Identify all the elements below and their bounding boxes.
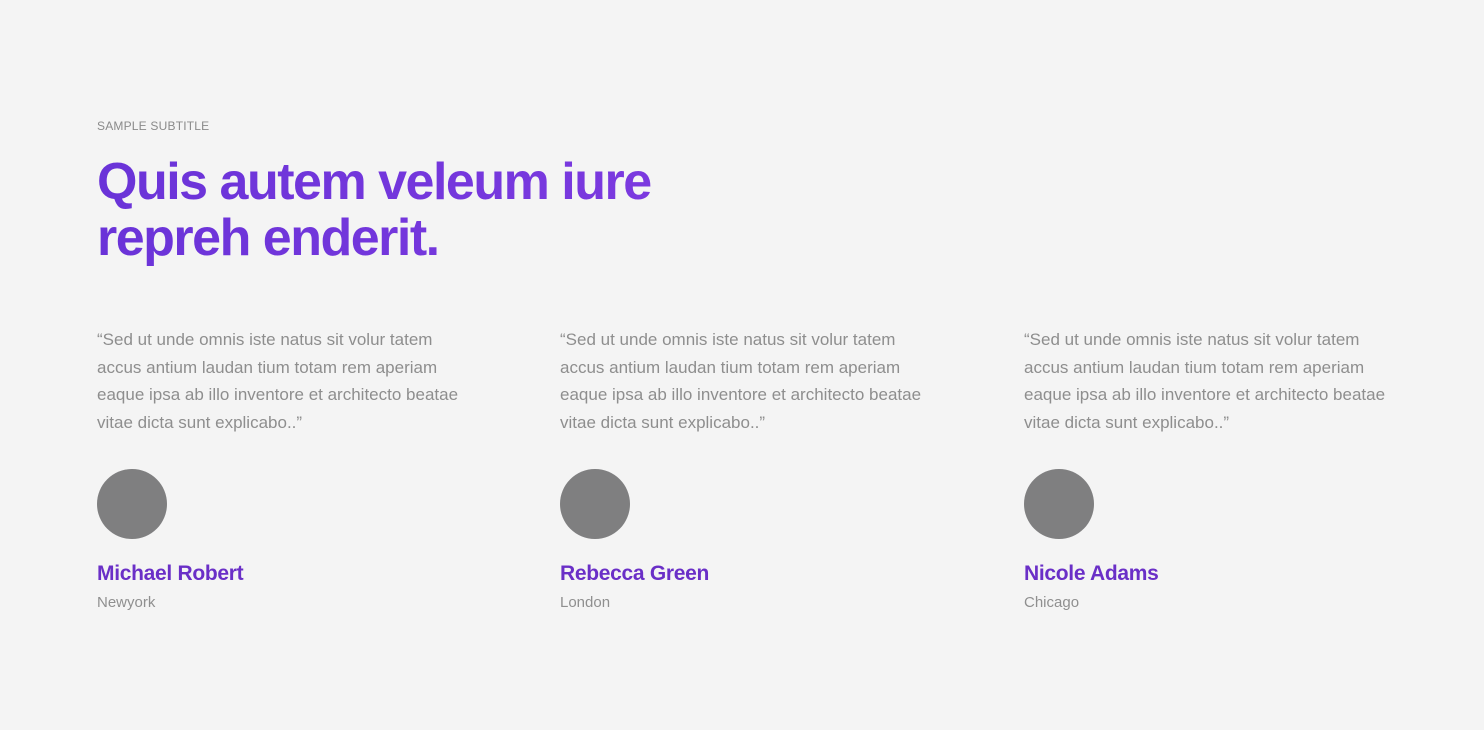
testimonial-list: “Sed ut unde omnis iste natus sit volur … (97, 326, 1397, 626)
testimonials-section: SAMPLE SUBTITLE Quis autem veleum iure r… (97, 118, 1397, 611)
testimonial-author-city: Chicago (1024, 594, 1080, 611)
avatar (1024, 469, 1094, 539)
testimonial-author-name: Nicole Adams (1024, 562, 1159, 585)
testimonial-card: “Sed ut unde omnis iste natus sit volur … (97, 326, 467, 613)
testimonial-quote: “Sed ut unde omnis iste natus sit volur … (1024, 330, 1386, 432)
section-subtitle: SAMPLE SUBTITLE (97, 119, 210, 133)
testimonial-author-name: Rebecca Green (560, 562, 710, 585)
testimonial-card: “Sed ut unde omnis iste natus sit volur … (560, 326, 930, 613)
testimonial-author-city: London (560, 594, 611, 611)
testimonial-quote: “Sed ut unde omnis iste natus sit volur … (97, 330, 459, 432)
testimonial-quote: “Sed ut unde omnis iste natus sit volur … (560, 330, 922, 432)
section-title: Quis autem veleum iure repreh enderit. (97, 154, 717, 266)
testimonial-author-name: Michael Robert (97, 562, 244, 585)
testimonial-author-city: Newyork (97, 594, 156, 611)
avatar (560, 469, 630, 539)
testimonial-card: “Sed ut unde omnis iste natus sit volur … (1024, 326, 1394, 613)
avatar (97, 469, 167, 539)
